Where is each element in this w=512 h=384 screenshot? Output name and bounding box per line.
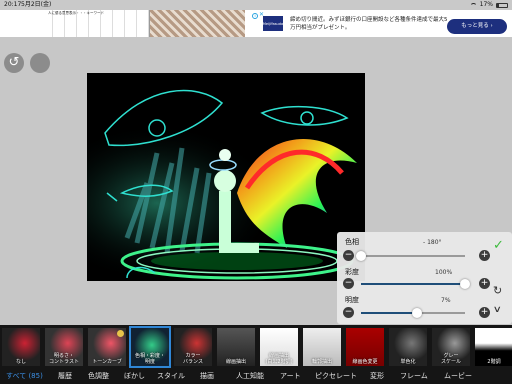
premium-badge-icon: [117, 330, 124, 337]
ad-logo: MeijiYasuda: [263, 16, 283, 31]
hue-slider-row: − +: [343, 250, 490, 262]
saturation-label: 彩度: [345, 268, 359, 276]
saturation-slider-thumb[interactable]: [460, 279, 470, 289]
redo-button[interactable]: [30, 53, 50, 73]
tab[interactable]: アート: [280, 371, 301, 381]
check-icon[interactable]: ✓: [493, 238, 504, 253]
brightness-slider-row: − +: [343, 307, 490, 319]
tab[interactable]: スタイル: [157, 371, 185, 381]
ad-manga-image[interactable]: 人に優る意思表示・・・キーワード: [46, 10, 150, 37]
battery-icon: [496, 2, 508, 8]
info-icon[interactable]: i: [252, 13, 258, 19]
filter-label: 線画抽出: [225, 359, 246, 365]
tab[interactable]: フレーム: [400, 371, 428, 381]
saturation-increase-button[interactable]: +: [479, 278, 490, 289]
tab[interactable]: ピクセレート: [315, 371, 357, 381]
brightness-decrease-button[interactable]: −: [343, 307, 354, 318]
battery-percent: 17%: [479, 1, 493, 8]
filter-label: グレー スケール: [440, 353, 461, 365]
filter-thumbnail[interactable]: なし: [2, 328, 40, 366]
ad-cta-label: もっと見る: [461, 23, 489, 29]
hue-increase-button[interactable]: +: [479, 250, 490, 261]
filter-thumbnail[interactable]: 色相・彩度・ 明度: [129, 326, 171, 368]
brightness-slider-thumb[interactable]: [411, 308, 422, 318]
status-date: 5月2日(金): [21, 1, 52, 8]
saturation-slider-fill: [361, 283, 465, 285]
tab[interactable]: 描画: [200, 371, 214, 381]
reset-icon[interactable]: ↻: [493, 284, 502, 297]
hue-decrease-button[interactable]: −: [343, 250, 354, 261]
filter-thumbnail[interactable]: 単色化: [389, 328, 427, 366]
hue-slider[interactable]: [356, 251, 465, 261]
hue-value: - 180°: [423, 239, 442, 246]
ad-pattern-image[interactable]: [150, 10, 245, 37]
image-canvas[interactable]: [87, 73, 365, 281]
filter-label: 線画抽出 (白黒2階調): [265, 353, 293, 365]
filter-thumbnail-strip: なし 明るさ・ コントラスト トーンカーブ 色相・彩度・ 明度 カラー バランス 線画抽出…: [0, 325, 512, 368]
brightness-slider[interactable]: [361, 308, 465, 318]
filter-thumbnail[interactable]: 2階調: [475, 328, 512, 366]
tab[interactable]: 人工知能: [236, 371, 264, 381]
filter-category-tabs: すべて (85) 履歴 色調整 ぼかし スタイル 描画 人工知能 アート ピクセレート 変形 フレー…: [0, 368, 512, 384]
filter-label: 単色化: [400, 359, 416, 365]
filter-label: 線画色変更: [352, 359, 378, 365]
filter-label: 2階調: [487, 359, 501, 365]
tab[interactable]: ぼかし: [124, 371, 145, 381]
brightness-slider-fill: [361, 312, 417, 314]
wifi-icon: [469, 2, 477, 8]
filter-label: なし: [15, 359, 26, 365]
tab[interactable]: 色調整: [88, 371, 109, 381]
ad-manga-caption: 人に優る意思表示・・・キーワード: [48, 11, 104, 15]
undo-button[interactable]: ↺: [4, 53, 24, 73]
brightness-increase-button[interactable]: +: [479, 307, 490, 318]
filter-thumbnail[interactable]: 明るさ・ コントラスト: [45, 328, 83, 366]
chevron-down-icon[interactable]: ∨: [493, 305, 502, 315]
filter-thumbnail[interactable]: 線画色変更: [346, 328, 384, 366]
artwork: [87, 73, 365, 281]
filter-thumbnail[interactable]: トーンカーブ: [88, 328, 126, 366]
status-time: 20:17: [4, 1, 22, 8]
filter-label: 明るさ・ コントラスト: [49, 353, 79, 365]
ad-banner[interactable]: 人に優る意思表示・・・キーワード i ✕ MeijiYasuda 締め切り間近。…: [0, 10, 512, 37]
filter-label: 輪郭抽出: [311, 359, 332, 365]
saturation-slider-row: − +: [343, 278, 490, 290]
filter-label: カラー バランス: [183, 353, 203, 365]
filter-thumbnail[interactable]: カラー バランス: [174, 328, 212, 366]
tab[interactable]: 履歴: [58, 371, 72, 381]
chevron-right-icon: ›: [490, 23, 493, 29]
brightness-label: 明度: [345, 296, 359, 304]
saturation-decrease-button[interactable]: −: [343, 278, 354, 289]
filter-thumbnail[interactable]: 線画抽出 (白黒2階調): [260, 328, 298, 366]
brightness-value: 7%: [441, 297, 451, 304]
ad-cta-button[interactable]: もっと見る ›: [447, 19, 507, 34]
tab[interactable]: 変形: [370, 371, 384, 381]
filter-thumbnail[interactable]: 線画抽出: [217, 328, 255, 366]
filter-thumbnail[interactable]: グレー スケール: [432, 328, 470, 366]
ad-text[interactable]: 締め切り間近。みずほ銀行の口座開設など各種条件達成で最大5万円相当がプレゼント。: [290, 16, 450, 32]
hue-label: 色相: [345, 238, 359, 246]
status-right: 17%: [469, 0, 508, 10]
undo-icon: ↺: [8, 55, 20, 70]
status-bar: 20:17 5月2日(金) 17%: [0, 0, 512, 10]
tab[interactable]: ムービー: [444, 371, 472, 381]
hue-saturation-panel: 色相 - 180° − + 彩度 100% − + 明度 7% − + ✓ ↻ …: [337, 232, 512, 324]
tab[interactable]: すべて (85): [6, 371, 43, 381]
filter-label: 色相・彩度・ 明度: [134, 353, 165, 365]
saturation-slider[interactable]: [361, 279, 470, 289]
saturation-value: 100%: [435, 269, 453, 276]
hue-slider-thumb[interactable]: [356, 251, 366, 261]
filter-label: トーンカーブ: [92, 359, 122, 365]
filter-thumbnail[interactable]: 輪郭抽出: [303, 328, 341, 366]
